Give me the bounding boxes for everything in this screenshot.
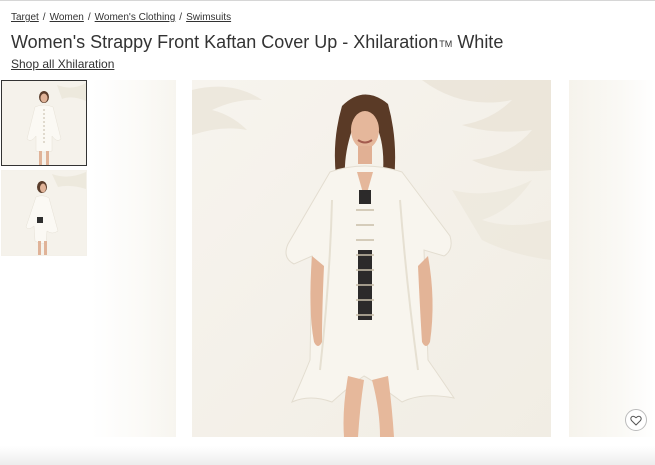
product-color-name: White <box>457 32 504 52</box>
breadcrumb: Target / Women / Women's Clothing / Swimsuits <box>11 12 231 23</box>
breadcrumb-swimsuits[interactable]: Swimsuits <box>186 12 231 23</box>
shop-all-brand-link[interactable]: Shop all Xhilaration <box>11 57 114 71</box>
breadcrumb-womens-clothing[interactable]: Women's Clothing <box>95 12 176 23</box>
product-title-text: Women's Strappy Front Kaftan Cover Up - … <box>11 32 439 52</box>
thumbnail-side-image <box>2 171 86 255</box>
carousel-next-image-edge <box>569 80 655 437</box>
breadcrumb-separator: / <box>42 12 46 23</box>
bottom-shadow-divider <box>0 446 655 465</box>
trademark-symbol: TM <box>439 39 453 49</box>
main-product-photo <box>192 80 551 437</box>
product-title: Women's Strappy Front Kaftan Cover Up - … <box>11 32 503 53</box>
top-divider <box>0 0 655 1</box>
thumbnail-2[interactable] <box>1 170 87 256</box>
favorite-button[interactable] <box>625 409 647 431</box>
carousel-prev-image-edge <box>91 80 176 437</box>
breadcrumb-separator: / <box>87 12 91 23</box>
breadcrumb-target[interactable]: Target <box>11 12 39 23</box>
thumbnail-1[interactable] <box>1 80 87 166</box>
heart-icon <box>630 415 642 425</box>
breadcrumb-separator: / <box>179 12 183 23</box>
breadcrumb-women[interactable]: Women <box>50 12 84 23</box>
main-product-image[interactable] <box>192 80 551 437</box>
thumbnail-front-image <box>2 81 86 165</box>
